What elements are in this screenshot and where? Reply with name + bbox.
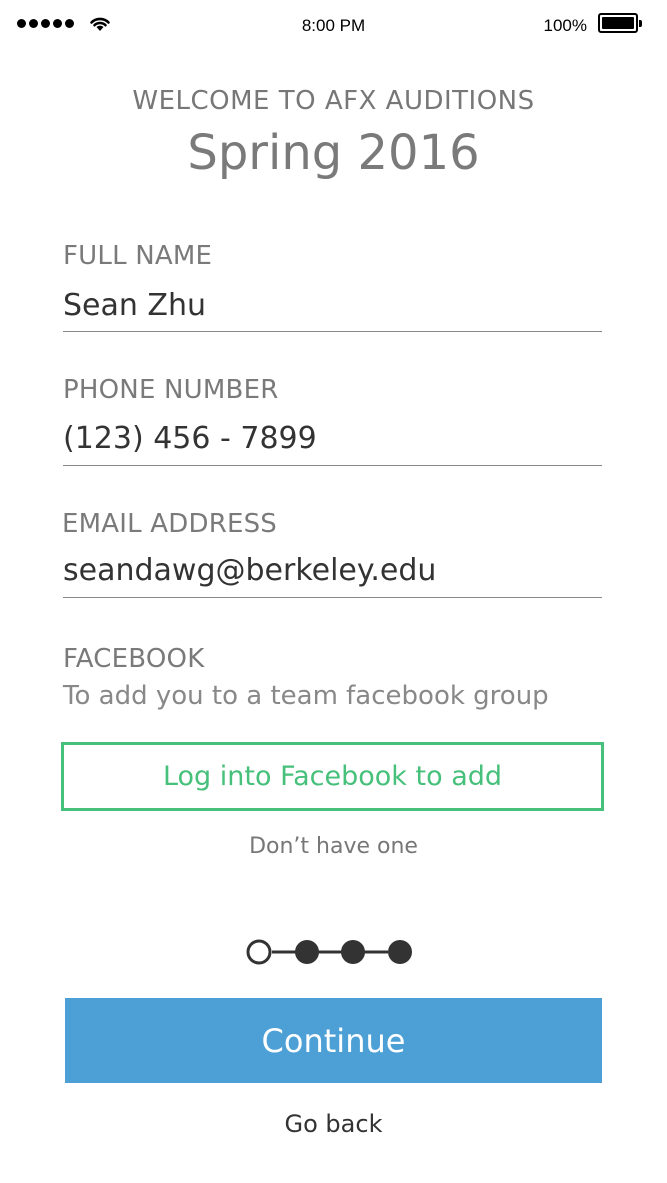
progress-step-1 xyxy=(246,939,272,965)
season-title: Spring 2016 xyxy=(187,125,480,181)
status-bar: 8:00 PM 100% xyxy=(0,0,667,52)
welcome-heading: WELCOME TO AFX AUDITIONS xyxy=(132,86,535,116)
progress-step-4 xyxy=(388,940,412,964)
full-name-label: FULL NAME xyxy=(63,241,213,271)
progress-step-3 xyxy=(341,940,365,964)
phone-number-input[interactable]: (123) 456 - 7899 xyxy=(63,421,602,466)
email-address-label: EMAIL ADDRESS xyxy=(62,509,277,539)
progress-step-2 xyxy=(295,940,319,964)
no-facebook-link[interactable]: Don’t have one xyxy=(0,834,667,859)
phone-number-label: PHONE NUMBER xyxy=(63,375,279,405)
facebook-login-button[interactable]: Log into Facebook to add xyxy=(61,742,604,811)
battery-icon xyxy=(598,13,642,33)
battery-percentage: 100% xyxy=(543,16,587,35)
email-address-input[interactable]: seandawg@berkeley.edu xyxy=(63,553,602,598)
facebook-label: FACEBOOK xyxy=(63,644,205,674)
full-name-input[interactable]: Sean Zhu xyxy=(63,288,602,332)
go-back-link[interactable]: Go back xyxy=(0,1110,667,1138)
continue-button[interactable]: Continue xyxy=(65,998,602,1083)
facebook-description: To add you to a team facebook group xyxy=(63,681,549,711)
progress-stepper xyxy=(246,939,412,965)
